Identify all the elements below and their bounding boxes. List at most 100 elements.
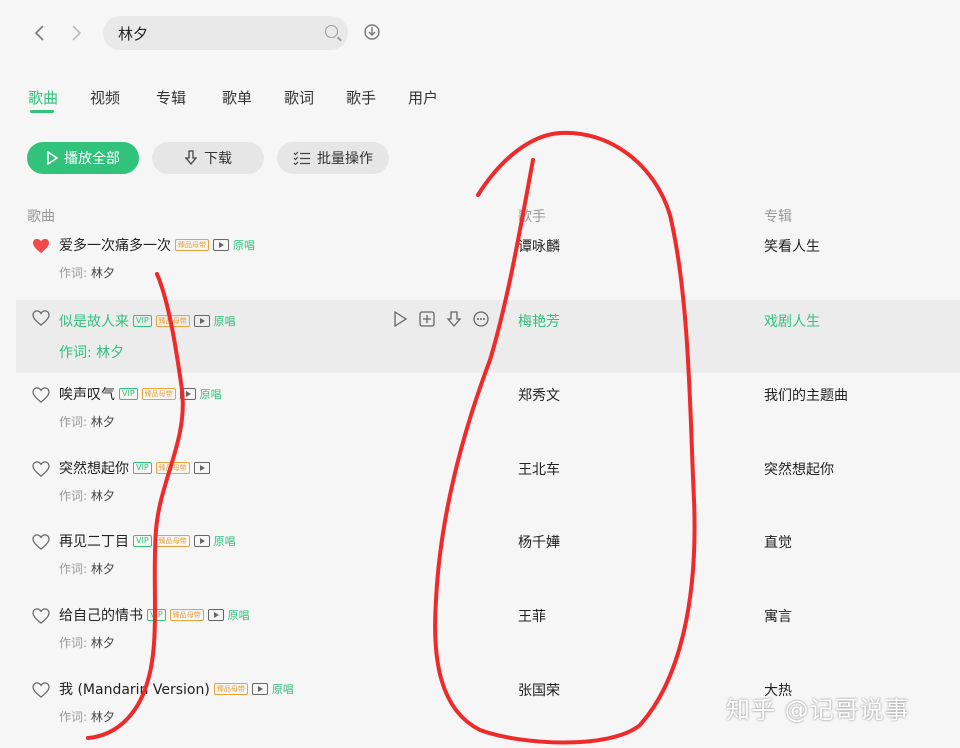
lyricist-name[interactable]: 林夕 [96, 345, 124, 361]
heart-outline-icon[interactable] [32, 387, 50, 403]
tab-artists[interactable]: 歌手 [346, 87, 376, 108]
heart-outline-icon[interactable] [32, 682, 50, 698]
chevron-left-icon [34, 25, 44, 41]
vip-badge: VIP [119, 388, 138, 400]
watermark: 知乎 @记哥说事 [726, 696, 910, 724]
lyricist-label: 作词: [59, 636, 88, 650]
lyricist-name[interactable]: 林夕 [91, 562, 115, 576]
tab-songs[interactable]: 歌曲 [28, 87, 58, 108]
album-name[interactable]: 寓言 [764, 606, 792, 626]
play-all-label: 播放全部 [64, 151, 120, 167]
download-icon[interactable] [446, 311, 462, 327]
column-header-artist[interactable]: 歌手 [518, 206, 546, 226]
mv-icon[interactable] [213, 239, 229, 251]
mv-icon[interactable] [193, 462, 210, 474]
original-badge: 原唱 [213, 315, 236, 328]
artist-name[interactable]: 王菲 [518, 606, 546, 626]
lyricist-label: 作词: [59, 710, 88, 724]
heart-outline-icon[interactable] [32, 534, 50, 550]
lyricist-info: 作词: 林夕 [59, 342, 124, 362]
download-icon [184, 150, 198, 166]
song-title[interactable]: 给自己的情书 [59, 605, 143, 625]
artist-name[interactable]: 王北车 [518, 459, 560, 479]
artist-name[interactable]: 梅艳芳 [518, 311, 560, 331]
download-button[interactable]: 下载 [152, 142, 264, 174]
lyricist-info: 作词: 林夕 [59, 634, 115, 651]
tab-lyrics[interactable]: 歌词 [284, 87, 314, 108]
original-badge: 原唱 [233, 239, 255, 252]
tab-active-indicator [30, 110, 54, 113]
song-title[interactable]: 突然想起你 [59, 458, 129, 478]
original-badge: 原唱 [271, 683, 294, 696]
play-icon[interactable] [392, 311, 408, 327]
vip-badge: VIP [133, 535, 152, 547]
master-quality-badge: 臻品母带 [175, 239, 209, 251]
checklist-icon [293, 151, 310, 165]
artist-name[interactable]: 郑秀文 [518, 385, 560, 405]
mv-icon[interactable] [207, 609, 224, 621]
song-row[interactable]: 给自己的情书 VIP 臻品母带 原唱 作词: 林夕 王菲 寓言 [16, 598, 960, 671]
search-icon[interactable] [325, 25, 338, 38]
add-to-playlist-icon[interactable] [419, 311, 435, 327]
song-title[interactable]: 唉声叹气 [59, 384, 115, 404]
column-header-song[interactable]: 歌曲 [27, 206, 55, 226]
song-row[interactable]: 突然想起你 VIP 臻品母带 作词: 林夕 王北车 突然想起你 [16, 451, 960, 524]
lyricist-name[interactable]: 林夕 [91, 710, 115, 724]
heart-outline-icon[interactable] [32, 461, 50, 477]
column-header-album[interactable]: 专辑 [764, 206, 792, 226]
mv-icon[interactable] [193, 315, 210, 327]
lyricist-info: 作词: 林夕 [59, 708, 115, 725]
song-title[interactable]: 再见二丁目 [59, 531, 129, 551]
lyricist-name[interactable]: 林夕 [91, 636, 115, 650]
lyricist-label: 作词: [59, 562, 88, 576]
master-quality-badge: 臻品母带 [155, 462, 190, 474]
album-name[interactable]: 我们的主题曲 [764, 385, 848, 405]
voice-search-button[interactable] [364, 23, 380, 41]
song-row[interactable]: 再见二丁目 VIP 臻品母带 原唱 作词: 林夕 杨千嬅 直觉 [16, 524, 960, 597]
heart-outline-icon[interactable] [32, 608, 50, 624]
back-button[interactable] [30, 22, 50, 44]
artist-name[interactable]: 张国荣 [518, 680, 560, 700]
play-icon [47, 151, 58, 165]
album-name[interactable]: 突然想起你 [764, 459, 834, 479]
tab-playlists[interactable]: 歌单 [222, 87, 252, 108]
original-badge: 原唱 [213, 535, 236, 548]
lyricist-label: 作词: [59, 345, 92, 361]
lyricist-name[interactable]: 林夕 [91, 415, 115, 429]
tab-users[interactable]: 用户 [408, 87, 438, 108]
tab-albums[interactable]: 专辑 [156, 87, 186, 108]
song-title[interactable]: 我 (Mandarin Version) [59, 679, 210, 699]
forward-button[interactable] [66, 22, 86, 44]
lyricist-info: 作词: 林夕 [59, 413, 115, 430]
mv-icon[interactable] [179, 388, 196, 400]
lyricist-info: 作词: 林夕 [59, 560, 115, 577]
search-input[interactable]: 林夕 [118, 23, 148, 44]
song-title[interactable]: 爱多一次痛多一次 [59, 235, 171, 255]
song-row[interactable]: 似是故人来 VIP 臻品母带 原唱 作词: 林夕 梅艳芳 戏剧人生 [16, 300, 960, 373]
lyricist-label: 作词: [59, 489, 88, 503]
tab-videos[interactable]: 视频 [90, 87, 120, 108]
song-row[interactable]: 爱多一次痛多一次 臻品母带 原唱 作词: 林夕 谭咏麟 笑看人生 [16, 228, 960, 301]
play-all-button[interactable]: 播放全部 [27, 142, 139, 174]
album-name[interactable]: 笑看人生 [764, 236, 820, 256]
more-icon[interactable] [473, 311, 489, 327]
lyricist-label: 作词: [59, 415, 88, 429]
lyricist-label: 作词: [59, 266, 88, 280]
lyricist-name[interactable]: 林夕 [91, 489, 115, 503]
heart-outline-icon[interactable] [32, 310, 50, 326]
download-label: 下载 [204, 151, 232, 167]
album-name[interactable]: 戏剧人生 [764, 311, 820, 331]
mv-icon[interactable] [251, 683, 268, 695]
lyricist-name[interactable]: 林夕 [91, 266, 115, 280]
artist-name[interactable]: 谭咏麟 [518, 236, 560, 256]
song-title[interactable]: 似是故人来 [59, 311, 129, 331]
master-quality-badge: 臻品母带 [155, 315, 190, 327]
heart-filled-icon[interactable] [32, 238, 50, 254]
master-quality-badge: 臻品母带 [141, 388, 176, 400]
batch-operation-button[interactable]: 批量操作 [277, 142, 389, 174]
search-bar[interactable]: 林夕 [103, 16, 348, 50]
mv-icon[interactable] [193, 535, 210, 547]
artist-name[interactable]: 杨千嬅 [518, 532, 560, 552]
album-name[interactable]: 直觉 [764, 532, 792, 552]
song-row[interactable]: 唉声叹气 VIP 臻品母带 原唱 作词: 林夕 郑秀文 我们的主题曲 [16, 377, 960, 450]
